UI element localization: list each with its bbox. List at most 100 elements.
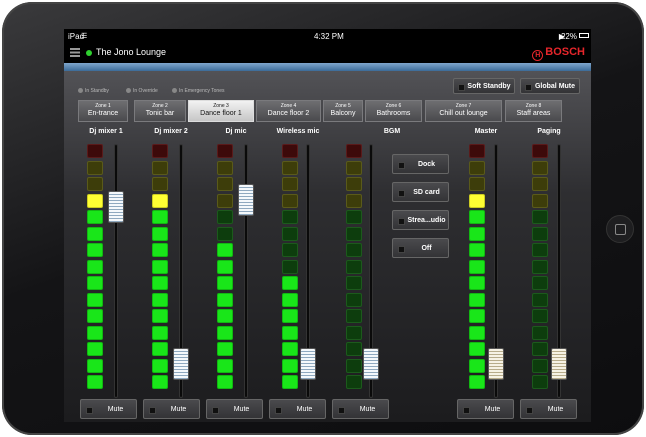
meter-segment xyxy=(469,325,485,340)
meter-segment xyxy=(346,292,362,307)
channel-label-dj-mixer-2: Dj mixer 2 xyxy=(154,128,188,135)
fader-track-dj-mic[interactable] xyxy=(244,144,248,398)
bgm-source-4-button[interactable]: Off xyxy=(392,238,449,258)
meter-segment xyxy=(152,325,168,340)
meter-segment xyxy=(152,177,168,191)
menu-icon[interactable] xyxy=(70,48,80,57)
zone-tab-2[interactable]: Zone 2 Tonic bar xyxy=(134,100,186,122)
meter-segment xyxy=(532,342,548,356)
meter-segment xyxy=(532,276,548,290)
meter-segment xyxy=(152,144,168,158)
meter-segment xyxy=(87,177,103,191)
meter-segment xyxy=(217,193,233,208)
zone-tab-5[interactable]: Zone 5 Balcony xyxy=(323,100,363,122)
mute-label: Mute xyxy=(484,406,501,413)
meter-segment xyxy=(532,375,548,389)
meter-segment xyxy=(217,309,233,323)
fader-knob-wireless-mic[interactable] xyxy=(300,348,316,381)
meter-segment xyxy=(87,243,103,257)
zone-name: Dance floor 2 xyxy=(267,110,310,117)
meter-segment xyxy=(282,276,298,290)
soft-standby-button[interactable]: Soft Standby xyxy=(453,78,515,94)
meter-segment xyxy=(217,292,233,307)
meter-segment xyxy=(152,210,168,224)
battery-percent: 22% xyxy=(560,32,577,41)
zone-tab-6[interactable]: Zone 6 Bathrooms xyxy=(365,100,422,122)
mute-label: Mute xyxy=(107,406,124,413)
zone-number: Zone 4 xyxy=(280,103,297,109)
source-led xyxy=(398,190,405,197)
global-mute-button[interactable]: Global Mute xyxy=(520,78,580,94)
meter-segment xyxy=(532,325,548,340)
fader-knob-dj-mixer-2[interactable] xyxy=(173,348,189,381)
brand-name: BOSCH xyxy=(545,46,585,58)
mute-led xyxy=(463,407,470,414)
meter-segment xyxy=(346,309,362,323)
fader-knob-master[interactable] xyxy=(488,348,504,381)
meter-segment xyxy=(469,276,485,290)
meter-segment xyxy=(469,177,485,191)
meter-segment xyxy=(282,177,298,191)
soft-standby-led xyxy=(458,84,465,91)
mute-button-paging[interactable]: Mute xyxy=(520,399,577,419)
meter-segment xyxy=(282,210,298,224)
meter-segment xyxy=(152,259,168,274)
channel-label-dj-mic: Dj mic xyxy=(225,128,247,135)
meter-segment xyxy=(87,210,103,224)
meter-segment xyxy=(282,342,298,356)
meter-segment xyxy=(152,375,168,389)
mute-button-dj-mixer-2[interactable]: Mute xyxy=(143,399,200,419)
channel-label-wireless-mic: Wireless mic xyxy=(276,128,320,135)
mute-led xyxy=(212,407,219,414)
meter-segment xyxy=(217,325,233,340)
bgm-source-1-button[interactable]: Dock xyxy=(392,154,449,174)
mute-button-bgm[interactable]: Mute xyxy=(332,399,389,419)
ios-status-bar: iPad ☰ 4:32 PM ▶ 22% xyxy=(64,29,591,43)
bgm-source-2-button[interactable]: SD card xyxy=(392,182,449,202)
fader-knob-dj-mic[interactable] xyxy=(238,183,254,216)
soft-standby-label: Soft Standby xyxy=(467,83,511,90)
mute-button-master[interactable]: Mute xyxy=(457,399,514,419)
meter-segment xyxy=(469,210,485,224)
zone-tab-1[interactable]: Zone 1 En-trance xyxy=(78,100,128,122)
zone-tab-7[interactable]: Zone 7 Chill out lounge xyxy=(425,100,502,122)
meter-segment xyxy=(87,160,103,175)
zone-tab-8[interactable]: Zone 8 Staff areas xyxy=(505,100,562,122)
meter-segment xyxy=(532,292,548,307)
meter-segment xyxy=(282,193,298,208)
fader-knob-bgm[interactable] xyxy=(363,348,379,381)
meter-segment xyxy=(217,160,233,175)
zone-number: Zone 6 xyxy=(385,103,402,109)
zone-tab-3[interactable]: Zone 3 Dance floor 1 xyxy=(188,100,254,122)
zone-name: Balcony xyxy=(330,110,356,117)
meter-segment xyxy=(87,226,103,241)
fader-knob-dj-mixer-1[interactable] xyxy=(108,190,124,223)
bgm-source-3-button[interactable]: Strea...udio xyxy=(392,210,449,230)
meter-segment xyxy=(346,210,362,224)
bosch-armature-icon: H xyxy=(532,50,544,61)
zone-number: Zone 7 xyxy=(455,103,472,109)
source-led xyxy=(398,246,405,253)
mute-label: Mute xyxy=(296,406,313,413)
meter-segment xyxy=(217,226,233,241)
mute-button-wireless-mic[interactable]: Mute xyxy=(269,399,326,419)
meter-segment xyxy=(346,226,362,241)
meter-segment xyxy=(532,160,548,175)
legend-emergency: In Emergency Tones xyxy=(172,88,225,94)
fader-track-dj-mixer-1[interactable] xyxy=(114,144,118,398)
mute-button-dj-mic[interactable]: Mute xyxy=(206,399,263,419)
legend-label: In Emergency Tones xyxy=(179,88,225,94)
meter-segment xyxy=(469,144,485,158)
online-status-dot xyxy=(86,50,92,56)
meter-segment xyxy=(346,342,362,356)
meter-segment xyxy=(346,276,362,290)
meter-segment xyxy=(346,144,362,158)
home-button[interactable] xyxy=(606,215,634,243)
mute-button-dj-mixer-1[interactable]: Mute xyxy=(80,399,137,419)
fader-knob-paging[interactable] xyxy=(551,348,567,381)
global-mute-led xyxy=(525,84,532,91)
venue-title: The Jono Lounge xyxy=(96,47,167,57)
clock: 4:32 PM xyxy=(314,32,344,41)
zone-tab-4[interactable]: Zone 4 Dance floor 2 xyxy=(256,100,321,122)
zone-name: Bathrooms xyxy=(376,110,411,117)
